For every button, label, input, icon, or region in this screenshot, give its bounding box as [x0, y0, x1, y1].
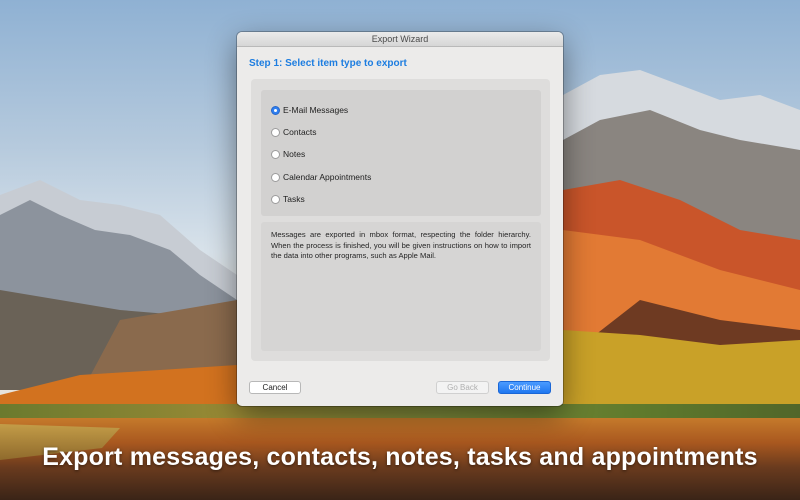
option-label: Calendar Appointments	[283, 172, 372, 182]
description-text: Messages are exported in mbox format, re…	[271, 230, 531, 261]
description-panel: Messages are exported in mbox format, re…	[261, 222, 541, 351]
option-tasks[interactable]: Tasks	[271, 192, 305, 206]
radio-selected-icon[interactable]	[271, 105, 280, 115]
option-label: Tasks	[283, 194, 305, 204]
option-label: E-Mail Messages	[283, 105, 349, 115]
option-calendar-appointments[interactable]: Calendar Appointments	[271, 170, 371, 184]
radio-icon[interactable]	[271, 172, 280, 182]
cancel-button[interactable]: Cancel	[249, 381, 301, 394]
option-contacts[interactable]: Contacts	[271, 125, 317, 139]
radio-icon[interactable]	[271, 127, 280, 137]
option-label: Contacts	[283, 127, 317, 137]
option-email-messages[interactable]: E-Mail Messages	[271, 103, 348, 117]
option-notes[interactable]: Notes	[271, 147, 305, 161]
tagline: Export messages, contacts, notes, tasks …	[42, 443, 758, 471]
window-title: Export Wizard	[237, 32, 563, 47]
item-type-options: E-Mail Messages Contacts Notes Calendar …	[261, 90, 541, 216]
radio-icon[interactable]	[271, 149, 280, 159]
export-wizard-window: Export Wizard Step 1: Select item type t…	[237, 32, 563, 406]
radio-icon[interactable]	[271, 194, 280, 204]
go-back-button[interactable]: Go Back	[436, 381, 489, 394]
option-label: Notes	[283, 149, 306, 159]
step-title: Step 1: Select item type to export	[249, 58, 407, 69]
continue-button[interactable]: Continue	[498, 381, 551, 394]
content-panel: E-Mail Messages Contacts Notes Calendar …	[251, 79, 550, 361]
